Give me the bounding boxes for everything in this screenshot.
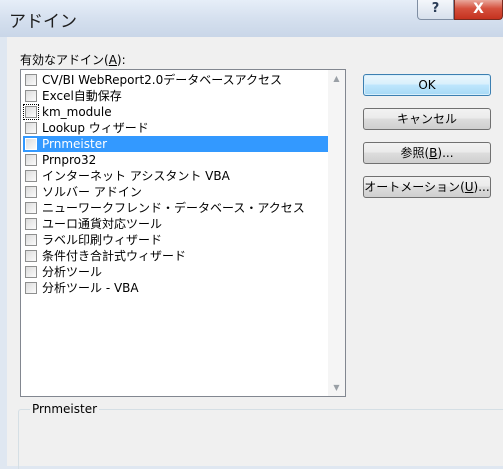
addin-checkbox[interactable] [25,202,37,214]
addin-item[interactable]: ラベル印刷ウィザード [23,232,329,248]
window-title: アドイン [9,12,77,32]
addin-checkbox[interactable] [25,74,37,86]
addin-item[interactable]: Excel自動保存 [23,88,329,104]
dialog-body: 有効なアドイン(A): CV/BI WebReport2.0データベースアクセス… [7,37,503,469]
automation-button[interactable]: オートメーション(U)... [363,176,491,198]
addin-item[interactable]: Prnpro32 [23,152,329,168]
addin-item-label: インターネット アシスタント VBA [42,169,230,183]
addin-item-label: CV/BI WebReport2.0データベースアクセス [42,73,283,87]
addin-item[interactable]: CV/BI WebReport2.0データベースアクセス [23,72,329,88]
addin-checkbox[interactable] [25,90,37,102]
description-group: Prnmeister [18,402,503,469]
addin-checkbox[interactable] [23,104,39,120]
addin-item-label: km_module [42,105,112,119]
description-title: Prnmeister [30,402,100,416]
addin-checkbox[interactable] [25,186,37,198]
addin-item[interactable]: Lookup ウィザード [23,120,329,136]
addin-checkbox[interactable] [25,122,37,134]
browse-button[interactable]: 参照(B)... [363,142,491,164]
addin-item[interactable]: 分析ツール [23,264,329,280]
title-bar: アドイン ? X [0,0,503,37]
addin-item-label: ユーロ通貨対応ツール [42,217,163,231]
addins-list[interactable]: CV/BI WebReport2.0データベースアクセス Excel自動保存 km_… [20,69,346,397]
help-button[interactable]: ? [417,0,454,20]
addin-item-label: 条件付き合計式ウィザード [42,249,187,263]
addin-item-label: 分析ツール [42,265,103,279]
addin-checkbox[interactable] [25,138,37,150]
scroll-up-icon[interactable]: ▲ [328,70,345,87]
addin-checkbox[interactable] [25,154,37,166]
close-button[interactable]: X [454,0,503,20]
addin-item[interactable]: 分析ツール - VBA [23,280,329,296]
cancel-button[interactable]: キャンセル [363,108,491,130]
addin-checkbox[interactable] [25,250,37,262]
addin-item[interactable]: ユーロ通貨対応ツール [23,216,329,232]
addin-checkbox[interactable] [25,282,37,294]
addin-item-label: ソルバー アドイン [42,185,142,199]
ok-button[interactable]: OK [363,74,491,96]
scroll-down-icon[interactable]: ▼ [328,379,345,396]
addin-item-label: Prnmeister [42,137,108,151]
addin-item-label: ニューワークフレンド・データベース・アクセス [42,201,305,215]
addin-item[interactable]: インターネット アシスタント VBA [23,168,329,184]
addin-checkbox[interactable] [25,266,37,278]
addin-item-label: Excel自動保存 [42,89,122,103]
addin-item-label: Prnpro32 [42,153,97,167]
addin-item[interactable]: ニューワークフレンド・データベース・アクセス [23,200,329,216]
addin-item[interactable]: km_module [23,104,329,120]
addin-item[interactable]: Prnmeister [23,136,329,152]
addin-item[interactable]: 条件付き合計式ウィザード [23,248,329,264]
addin-checkbox[interactable] [25,218,37,230]
addin-checkbox[interactable] [25,170,37,182]
addin-checkbox[interactable] [25,234,37,246]
addin-item-label: Lookup ウィザード [42,121,149,135]
addin-item-label: ラベル印刷ウィザード [42,233,163,247]
addin-item-label: 分析ツール - VBA [42,281,139,295]
addins-list-label: 有効なアドイン(A): [20,53,126,67]
addin-item[interactable]: ソルバー アドイン [23,184,329,200]
vertical-scrollbar[interactable]: ▲ ▼ [328,70,345,396]
